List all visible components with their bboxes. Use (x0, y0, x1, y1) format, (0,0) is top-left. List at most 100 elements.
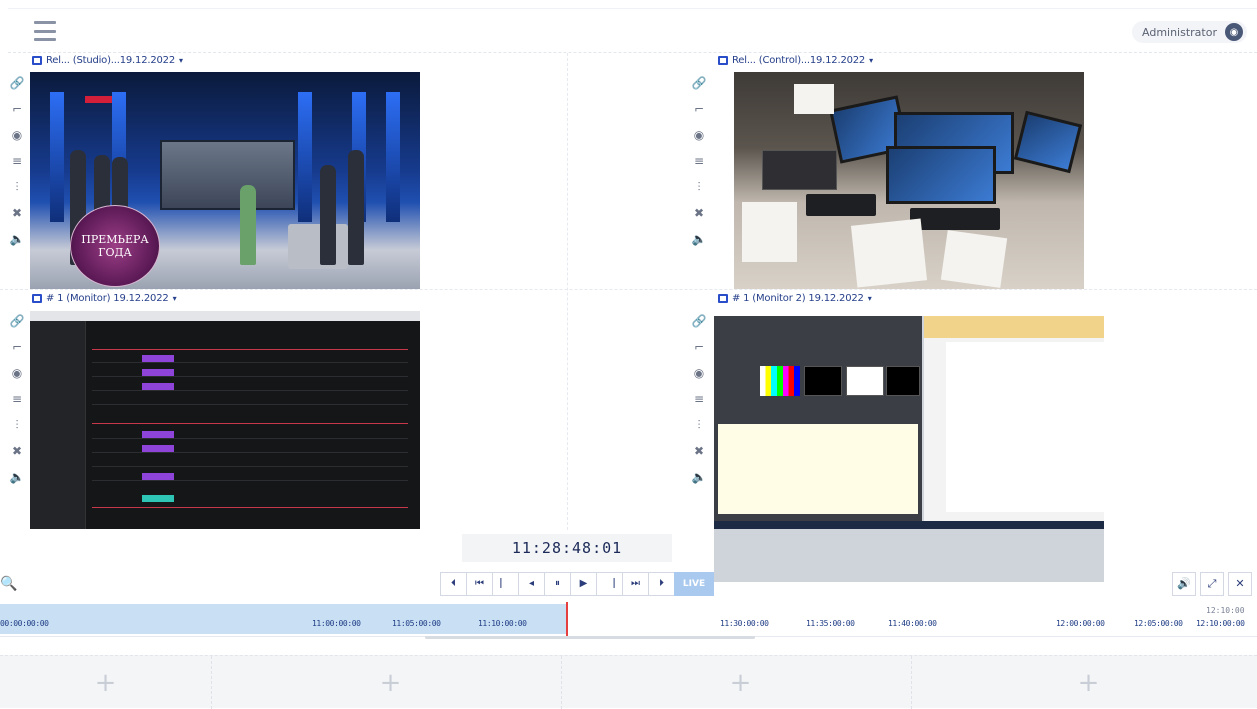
equipment-rack (762, 150, 837, 190)
person (320, 165, 336, 265)
list-row (92, 381, 408, 391)
audio-icon[interactable]: 🔈 (8, 231, 26, 248)
close-icon[interactable]: ✖ (690, 443, 708, 460)
hamburger-icon[interactable] (34, 21, 56, 41)
link-icon[interactable]: 🔗 (8, 75, 26, 92)
add-panel-button[interactable]: + (220, 656, 562, 709)
view-icon[interactable]: ◉ (690, 127, 708, 144)
monitor-icon (32, 55, 42, 65)
playhead[interactable] (566, 602, 568, 636)
add-panel-button[interactable]: + (0, 656, 212, 709)
monitor-icon (32, 293, 42, 303)
zoom-icon[interactable]: 🔍 (0, 576, 18, 594)
next-clip-button[interactable]: ⏵ (648, 572, 675, 596)
panel-toolbar: 🔗 ⌐ ◉ ≡ ⫶ ✖ 🔈 (690, 313, 708, 486)
close-icon[interactable]: ✖ (690, 205, 708, 222)
studio-desk (288, 224, 348, 269)
close-button[interactable]: ✕ (1228, 572, 1252, 596)
keyboard (806, 194, 876, 216)
audio-icon[interactable]: 🔈 (690, 469, 708, 486)
transport-controls: ⏴ ⏮ ⎸ ◂ ⏸ ▶ ⎹ ⏭ ⏵ LIVE (440, 572, 714, 596)
keyboard (910, 208, 1000, 230)
timeline-scrollbar[interactable] (425, 636, 755, 639)
link-icon[interactable]: 🔗 (8, 313, 26, 330)
view-controls: 🔊 ⤢ ✕ (1172, 572, 1252, 596)
pause-button[interactable]: ⏸ (544, 572, 571, 596)
rewind-button[interactable]: ⏮ (466, 572, 493, 596)
panel-title[interactable]: # 1 (Monitor) 19.12.2022 ▾ (32, 291, 177, 305)
link-icon[interactable]: 🔗 (690, 75, 708, 92)
crop-icon[interactable]: ⌐ (8, 339, 26, 356)
add-panel-button[interactable]: + (920, 656, 1257, 709)
fast-forward-button[interactable]: ⏭ (622, 572, 649, 596)
audio-icon[interactable]: 🔈 (690, 231, 708, 248)
list-icon[interactable]: ≡ (690, 153, 708, 170)
timeline-top-label: 12:10:00 (1206, 606, 1245, 615)
video-feed[interactable] (734, 72, 1084, 289)
account-icon: ◉ (1225, 23, 1243, 41)
step-back-button[interactable]: ⎸ (492, 572, 519, 596)
timeline-label: 12:10:00:00 (1196, 619, 1245, 628)
video-feed[interactable] (30, 311, 420, 529)
crop-icon[interactable]: ⌐ (8, 101, 26, 118)
chevron-down-icon: ▾ (172, 293, 177, 303)
user-menu[interactable]: Administrator ◉ (1132, 21, 1247, 43)
panel-title-text: Rel... (Control)...19.12.2022 (732, 54, 866, 66)
level-icon[interactable]: ⫶ (690, 417, 708, 434)
list-icon[interactable]: ≡ (8, 153, 26, 170)
volume-button[interactable]: 🔊 (1172, 572, 1196, 596)
list-row (92, 471, 408, 481)
audio-icon[interactable]: 🔈 (8, 469, 26, 486)
list-row (92, 395, 408, 405)
studio-screen (160, 140, 295, 210)
panel-title-text: # 1 (Monitor) 19.12.2022 (46, 292, 169, 304)
view-icon[interactable]: ◉ (8, 127, 26, 144)
list-icon[interactable]: ≡ (8, 391, 26, 408)
chevron-down-icon: ▾ (867, 293, 872, 303)
panel-title-text: # 1 (Monitor 2) 19.12.2022 (732, 292, 864, 304)
fullscreen-button[interactable]: ⤢ (1200, 572, 1224, 596)
timeline-label: 11:00:00:00 (312, 619, 361, 628)
add-panel-button[interactable]: + (570, 656, 912, 709)
link-icon[interactable]: 🔗 (690, 313, 708, 330)
divider-line (92, 349, 408, 350)
view-icon[interactable]: ◉ (8, 365, 26, 382)
view-icon[interactable]: ◉ (690, 365, 708, 382)
play-button[interactable]: ▶ (570, 572, 597, 596)
frame-back-button[interactable]: ◂ (518, 572, 545, 596)
chevron-down-icon: ▾ (869, 55, 873, 65)
close-icon[interactable]: ✖ (8, 205, 26, 222)
step-forward-button[interactable]: ⎹ (596, 572, 623, 596)
timeline-label: 12:00:00:00 (1056, 619, 1105, 628)
list-icon[interactable]: ≡ (690, 391, 708, 408)
app-header-strip (924, 316, 1104, 338)
channel-badge (85, 96, 115, 103)
panel-title[interactable]: Rel... (Control)...19.12.2022 ▾ (718, 53, 873, 67)
paper-sheet (940, 230, 1008, 288)
close-icon[interactable]: ✖ (8, 443, 26, 460)
crop-icon[interactable]: ⌐ (690, 101, 708, 118)
level-icon[interactable]: ⫶ (690, 179, 708, 196)
panel-title[interactable]: Rel... (Studio)...19.12.2022 ▾ (32, 53, 183, 67)
user-name: Administrator (1142, 25, 1217, 39)
app-titlebar (30, 311, 420, 321)
panel-title[interactable]: # 1 (Monitor 2) 19.12.2022 ▾ (718, 291, 872, 305)
app-sidebar (30, 321, 86, 529)
preview-thumb (886, 366, 920, 396)
timeline-label: 11:05:00:00 (392, 619, 441, 628)
row-tag (142, 473, 174, 480)
timeline[interactable]: 00:00:00:00 11:00:00:00 11:05:00:00 11:1… (0, 602, 1257, 637)
monitor-icon (718, 293, 728, 303)
playlist-table (718, 424, 918, 514)
person (348, 150, 364, 265)
level-icon[interactable]: ⫶ (8, 179, 26, 196)
live-button[interactable]: LIVE (674, 572, 714, 596)
panel-toolbar: 🔗 ⌐ ◉ ≡ ⫶ ✖ 🔈 (8, 313, 26, 486)
crop-icon[interactable]: ⌐ (690, 339, 708, 356)
level-icon[interactable]: ⫶ (8, 417, 26, 434)
person (240, 185, 256, 265)
video-feed[interactable]: ПРЕМЬЕРА ГОДА (30, 72, 420, 289)
prev-clip-button[interactable]: ⏴ (440, 572, 467, 596)
row-tag (142, 495, 174, 502)
list-row (92, 457, 408, 467)
